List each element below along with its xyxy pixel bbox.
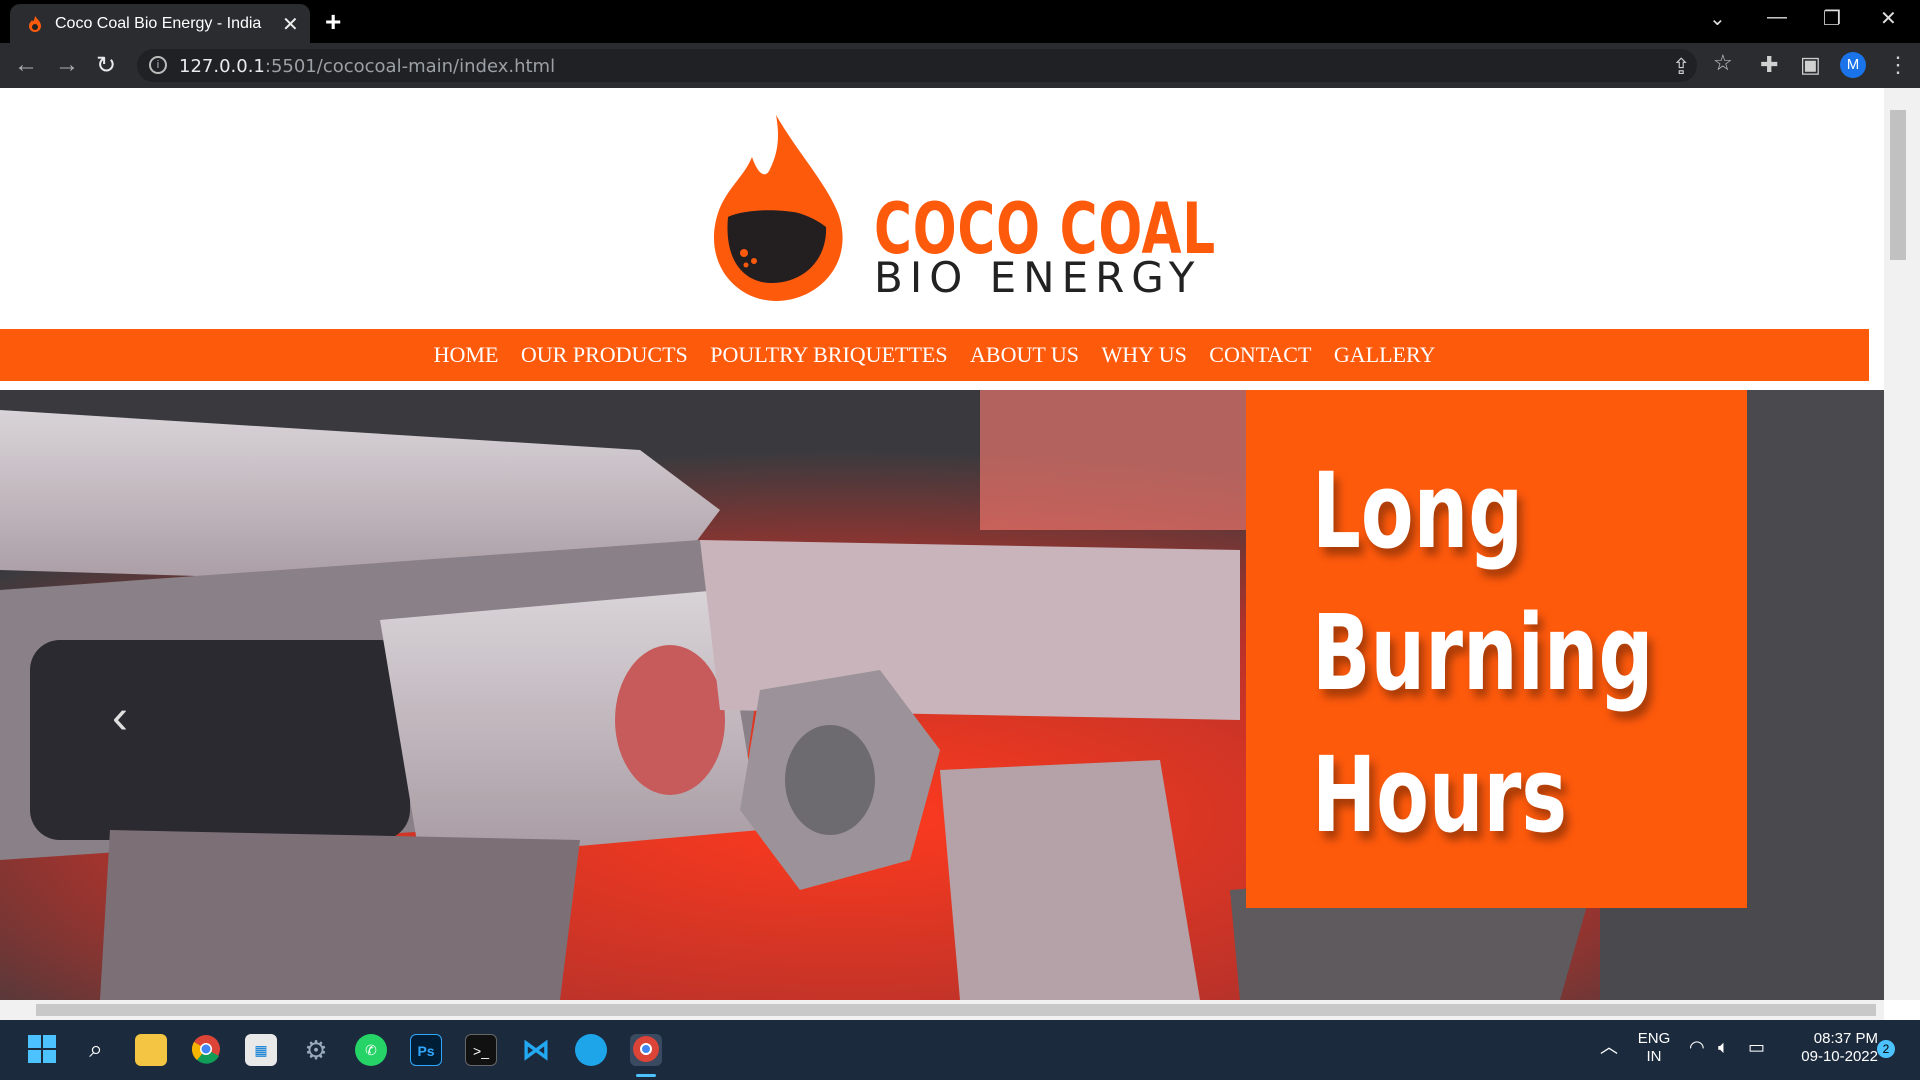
web-page: COCO COAL BIO ENERGY HOME OUR PRODUCTS P…: [0, 88, 1884, 1000]
flame-favicon-icon: [26, 15, 44, 38]
carousel-prev-icon[interactable]: ‹: [112, 690, 128, 745]
notification-badge[interactable]: 2: [1877, 1040, 1895, 1058]
volume-icon[interactable]: 🔈︎: [1718, 1038, 1729, 1056]
nav-why-us[interactable]: WHY US: [1101, 329, 1186, 381]
nav-contact[interactable]: CONTACT: [1209, 329, 1311, 381]
whatsapp-icon[interactable]: ✆: [355, 1034, 387, 1066]
file-explorer-icon[interactable]: [135, 1034, 167, 1066]
browser-tab[interactable]: Coco Coal Bio Energy - India ✕: [10, 4, 310, 43]
main-navigation: HOME OUR PRODUCTS POULTRY BRIQUETTES ABO…: [0, 329, 1869, 381]
tab-search-icon[interactable]: ⌄: [1709, 6, 1726, 31]
vertical-scroll-thumb[interactable]: [1890, 110, 1906, 260]
vscode-icon[interactable]: ⋈: [520, 1034, 552, 1066]
profile-avatar[interactable]: M: [1840, 52, 1866, 78]
hero-carousel: ‹ › Long Burning Hours: [0, 390, 1884, 1000]
url-text: 127.0.0.1:5501/cococoal-main/index.html: [179, 56, 556, 77]
edge-icon[interactable]: [575, 1034, 607, 1066]
bookmark-star-icon[interactable]: ☆: [1713, 50, 1733, 76]
site-info-icon[interactable]: i: [149, 56, 167, 74]
terminal-icon[interactable]: >_: [465, 1034, 497, 1066]
battery-icon[interactable]: ▭: [1748, 1038, 1765, 1056]
search-icon[interactable]: ⌕: [80, 1034, 112, 1066]
extensions-icon[interactable]: ✚: [1760, 52, 1778, 78]
settings-icon[interactable]: ⚙: [300, 1034, 332, 1066]
horizontal-scrollbar[interactable]: [0, 1000, 1884, 1020]
window-close-icon[interactable]: ✕: [1880, 6, 1897, 31]
clock[interactable]: 08:37 PM 09-10-2022: [1782, 1030, 1878, 1066]
side-panel-icon[interactable]: ▣: [1800, 52, 1821, 78]
back-icon[interactable]: ←: [14, 51, 38, 79]
taskbar: ⌕ ▦ ⚙ ✆ Ps >_ ⋈ ︿ ENG IN ◠ 🔈︎ ▭ 08:37 PM…: [0, 1020, 1920, 1080]
active-app-indicator: [636, 1074, 656, 1077]
browser-tab-bar: Coco Coal Bio Energy - India ✕ + ⌄ — ❐ ✕: [0, 0, 1920, 43]
tab-title: Coco Coal Bio Energy - India: [55, 15, 262, 32]
nav-our-products[interactable]: OUR PRODUCTS: [521, 329, 688, 381]
address-bar[interactable]: i 127.0.0.1:5501/cococoal-main/index.htm…: [137, 49, 1697, 82]
tab-close-icon[interactable]: ✕: [282, 12, 299, 37]
brand-tagline: BIO ENERGY: [874, 253, 1202, 302]
nav-home[interactable]: HOME: [434, 329, 499, 381]
new-tab-icon[interactable]: +: [325, 6, 341, 38]
flame-logo-icon: [713, 115, 843, 301]
browser-toolbar: ← → ↻ i 127.0.0.1:5501/cococoal-main/ind…: [0, 43, 1920, 88]
windows-start-icon[interactable]: [26, 1034, 58, 1066]
vertical-scrollbar[interactable]: [1884, 88, 1920, 1000]
forward-icon[interactable]: →: [55, 51, 79, 79]
nav-about-us[interactable]: ABOUT US: [970, 329, 1079, 381]
show-hidden-icons[interactable]: ︿: [1600, 1038, 1618, 1056]
store-icon[interactable]: ▦: [245, 1034, 277, 1066]
slide-caption: Long Burning Hours: [1312, 450, 1654, 856]
nav-poultry-briquettes[interactable]: POULTRY BRIQUETTES: [710, 329, 947, 381]
minimize-icon[interactable]: —: [1767, 6, 1787, 29]
share-icon[interactable]: ⇪: [1672, 54, 1690, 80]
restore-icon[interactable]: ❐: [1823, 6, 1841, 31]
slide-caption-box: Long Burning Hours: [1246, 390, 1747, 908]
wifi-icon[interactable]: ◠: [1689, 1038, 1705, 1056]
photoshop-icon[interactable]: Ps: [410, 1034, 442, 1066]
horizontal-scroll-thumb[interactable]: [36, 1004, 1876, 1016]
menu-icon[interactable]: ⋮: [1887, 52, 1909, 78]
chrome-profile-icon[interactable]: [630, 1034, 662, 1066]
chrome-icon[interactable]: [190, 1034, 222, 1066]
reload-icon[interactable]: ↻: [96, 51, 116, 80]
nav-gallery[interactable]: GALLERY: [1334, 329, 1435, 381]
language-indicator[interactable]: ENG IN: [1636, 1030, 1672, 1066]
